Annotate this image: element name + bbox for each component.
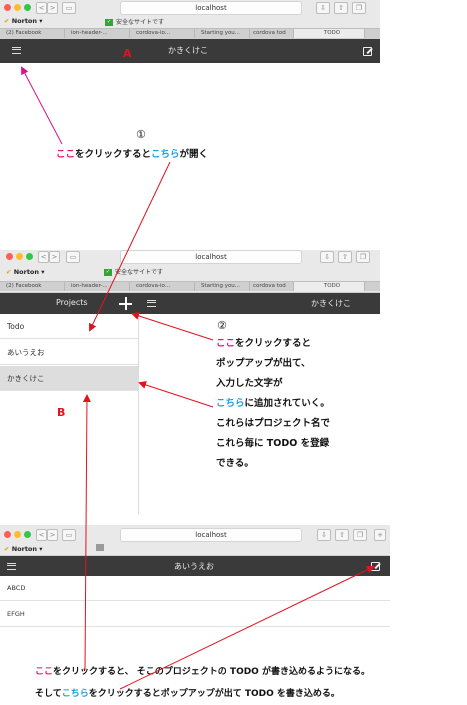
arrow-to-plus	[131, 312, 214, 341]
arrow-to-edit	[119, 566, 375, 690]
arrow-to-added-project	[138, 381, 214, 408]
arrow-menu	[21, 66, 63, 145]
arrow-to-project-list	[88, 161, 171, 332]
annotation-arrows	[21, 66, 375, 690]
arrow-to-project-item	[82, 394, 91, 671]
